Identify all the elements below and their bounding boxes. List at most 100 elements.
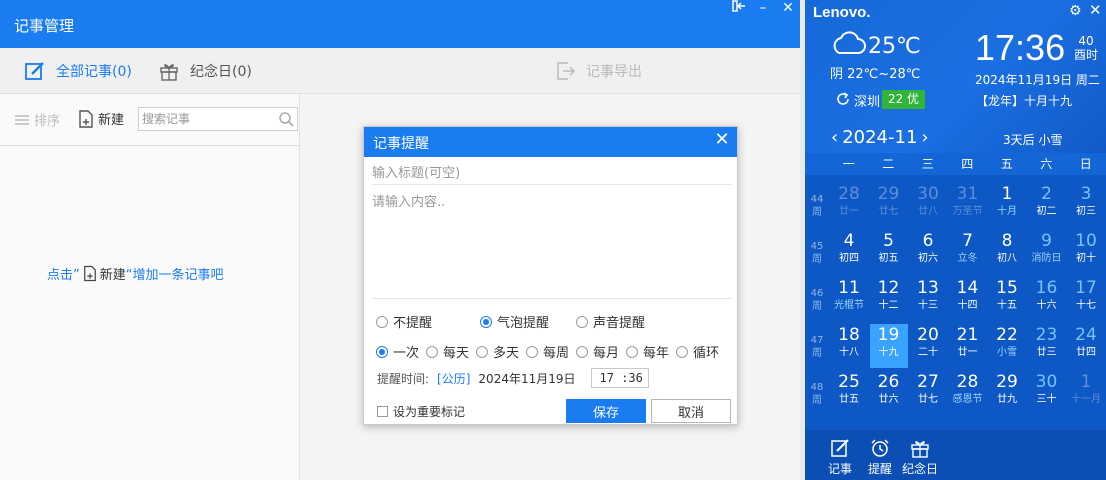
city-name[interactable]: 深圳 <box>854 91 880 110</box>
day-number: 6 <box>922 231 934 251</box>
current-month[interactable]: 2024-11 <box>842 127 917 148</box>
tab-bar: 全部记事(0) 纪念日(0) 记事导出 <box>0 48 800 94</box>
calendar-day[interactable]: 9 消防日 <box>1028 230 1066 274</box>
minimize-icon[interactable]: – <box>752 0 774 18</box>
cancel-button[interactable]: 取消 <box>651 399 731 423</box>
calendar-day[interactable]: 15 十五 <box>988 277 1026 321</box>
day-number: 26 <box>877 372 900 392</box>
day-number: 8 <box>1001 231 1013 251</box>
calendar-day[interactable]: 7 立冬 <box>949 230 987 274</box>
save-button[interactable]: 保存 <box>566 399 646 423</box>
calendar-day[interactable]: 10 初十 <box>1067 230 1105 274</box>
gear-icon[interactable]: ⚙ <box>1069 3 1082 19</box>
calendar-day[interactable]: 23 廿三 <box>1028 324 1066 368</box>
calendar-day[interactable]: 12 十二 <box>870 277 908 321</box>
radio-label: 每年 <box>643 346 670 361</box>
calendar-day[interactable]: 30 廿八 <box>909 183 947 227</box>
calendar-day[interactable]: 18 十八 <box>830 324 868 368</box>
calendar-day[interactable]: 28 感恩节 <box>949 371 987 415</box>
export-icon <box>557 62 576 80</box>
calendar-type-toggle[interactable]: [公历] <box>437 370 470 387</box>
day-number: 14 <box>956 278 979 298</box>
calendar-day[interactable]: 20 二十 <box>909 324 947 368</box>
calendar-day[interactable]: 5 初五 <box>870 230 908 274</box>
radio-cycle[interactable]: 循环 <box>676 342 719 361</box>
radio-multi-day[interactable]: 多天 <box>476 342 526 361</box>
radio-once[interactable]: 一次 <box>376 342 426 361</box>
calendar-day[interactable]: 11 光棍节 <box>830 277 868 321</box>
radio-daily[interactable]: 每天 <box>426 342 476 361</box>
important-checkbox[interactable]: 设为重要标记 <box>377 403 465 420</box>
radio-bubble-remind[interactable]: 气泡提醒 <box>480 312 576 331</box>
month-navigator: ‹ 2024-11 › <box>827 127 933 148</box>
radio-weekly[interactable]: 每周 <box>526 342 576 361</box>
calendar-day[interactable]: 1 十一月 <box>1067 371 1105 415</box>
empty-hint: 点击” 新建 “增加一条记事吧 <box>47 264 224 283</box>
radio-no-remind[interactable]: 不提醒 <box>376 312 480 331</box>
new-note-button[interactable]: 新建 <box>78 109 124 128</box>
widget-close-icon[interactable]: ✕ <box>1089 1 1102 19</box>
calendar-day[interactable]: 27 廿七 <box>909 371 947 415</box>
calendar-day[interactable]: 29 廿七 <box>870 183 908 227</box>
calendar-day[interactable]: 28 廿一 <box>830 183 868 227</box>
lunar-label: 十二 <box>878 300 899 311</box>
notes-list-pane: 排序 新建 点击” 新建 “增加一条记事吧 <box>0 94 300 480</box>
lunar-label: 十七 <box>1076 300 1096 311</box>
calendar-day[interactable]: 8 初八 <box>988 230 1026 274</box>
calendar-day-today[interactable]: 19 十九 <box>869 324 908 368</box>
note-title-input[interactable] <box>372 163 732 185</box>
tab-all-notes-label: 全部记事(0) <box>56 64 132 80</box>
prev-month-icon[interactable]: ‹ <box>827 127 842 148</box>
week-number-value: 47 <box>810 335 824 346</box>
tab-anniversary[interactable]: 纪念日(0) <box>158 59 252 83</box>
search-icon[interactable] <box>278 111 294 127</box>
dialog-close-icon[interactable]: ✕ <box>712 129 732 151</box>
pin-icon[interactable] <box>728 0 750 18</box>
day-number: 16 <box>1035 278 1058 298</box>
calendar-day[interactable]: 29 廿九 <box>988 371 1026 415</box>
calendar-day[interactable]: 16 十六 <box>1028 277 1066 321</box>
widget-footer: 记事 提醒 纪念日 <box>805 430 1106 480</box>
calendar-day[interactable]: 22 小雪 <box>988 324 1026 368</box>
week-number-value: 46 <box>810 288 824 299</box>
radio-sound-remind[interactable]: 声音提醒 <box>576 312 645 331</box>
lunar-label: 三十 <box>1036 394 1057 405</box>
empty-hint-action[interactable]: 新建 <box>100 264 126 283</box>
calendar-day[interactable]: 26 廿六 <box>870 371 908 415</box>
sort-button[interactable]: 排序 <box>14 110 60 129</box>
tab-all-notes[interactable]: 全部记事(0) <box>24 59 132 83</box>
calendar-day[interactable]: 31 万圣节 <box>949 183 987 227</box>
calendar-day[interactable]: 13 十三 <box>909 277 947 321</box>
calendar-day[interactable]: 14 十四 <box>949 277 987 321</box>
calendar-day[interactable]: 1 十月 <box>988 183 1026 227</box>
radio-dot-selected <box>376 345 388 358</box>
anniversary-button[interactable]: 纪念日 <box>895 438 945 477</box>
radio-monthly[interactable]: 每月 <box>576 342 626 361</box>
radio-yearly[interactable]: 每年 <box>626 342 676 361</box>
next-month-icon[interactable]: › <box>917 127 932 148</box>
day-number: 30 <box>917 184 939 204</box>
calendar-day[interactable]: 24 廿四 <box>1067 324 1105 368</box>
gift-icon <box>160 64 178 81</box>
remind-time-input[interactable]: 17 :36 <box>590 368 649 388</box>
close-icon[interactable]: ✕ <box>777 0 799 18</box>
calendar-day[interactable]: 6 初六 <box>909 230 947 274</box>
note-content-input[interactable] <box>372 191 732 299</box>
export-button[interactable]: 记事导出 <box>554 59 642 83</box>
refresh-icon[interactable] <box>835 91 851 107</box>
lunar-label: 廿五 <box>839 394 859 405</box>
calendar-day[interactable]: 25 廿五 <box>830 371 868 415</box>
calendar-day[interactable]: 17 十七 <box>1067 277 1105 321</box>
calendar-day[interactable]: 3 初三 <box>1067 183 1105 227</box>
lunar-label: 初二 <box>1036 206 1057 217</box>
week-number-suffix: 周 <box>812 395 822 406</box>
lunar-label: 初四 <box>839 253 859 264</box>
week-number-value: 45 <box>810 241 824 252</box>
calendar-day[interactable]: 2 初二 <box>1028 183 1066 227</box>
search-input[interactable] <box>139 108 275 130</box>
calendar-day[interactable]: 30 三十 <box>1028 371 1066 415</box>
widget-header: Lenovo. ⚙ ✕ 25℃ 阴 22℃~28℃ 深圳 22 优 17:36 … <box>805 0 1106 157</box>
calendar-day[interactable]: 4 初四 <box>830 230 868 274</box>
calendar-day[interactable]: 21 廿一 <box>949 324 987 368</box>
remind-date[interactable]: 2024年11月19日 <box>478 370 575 387</box>
